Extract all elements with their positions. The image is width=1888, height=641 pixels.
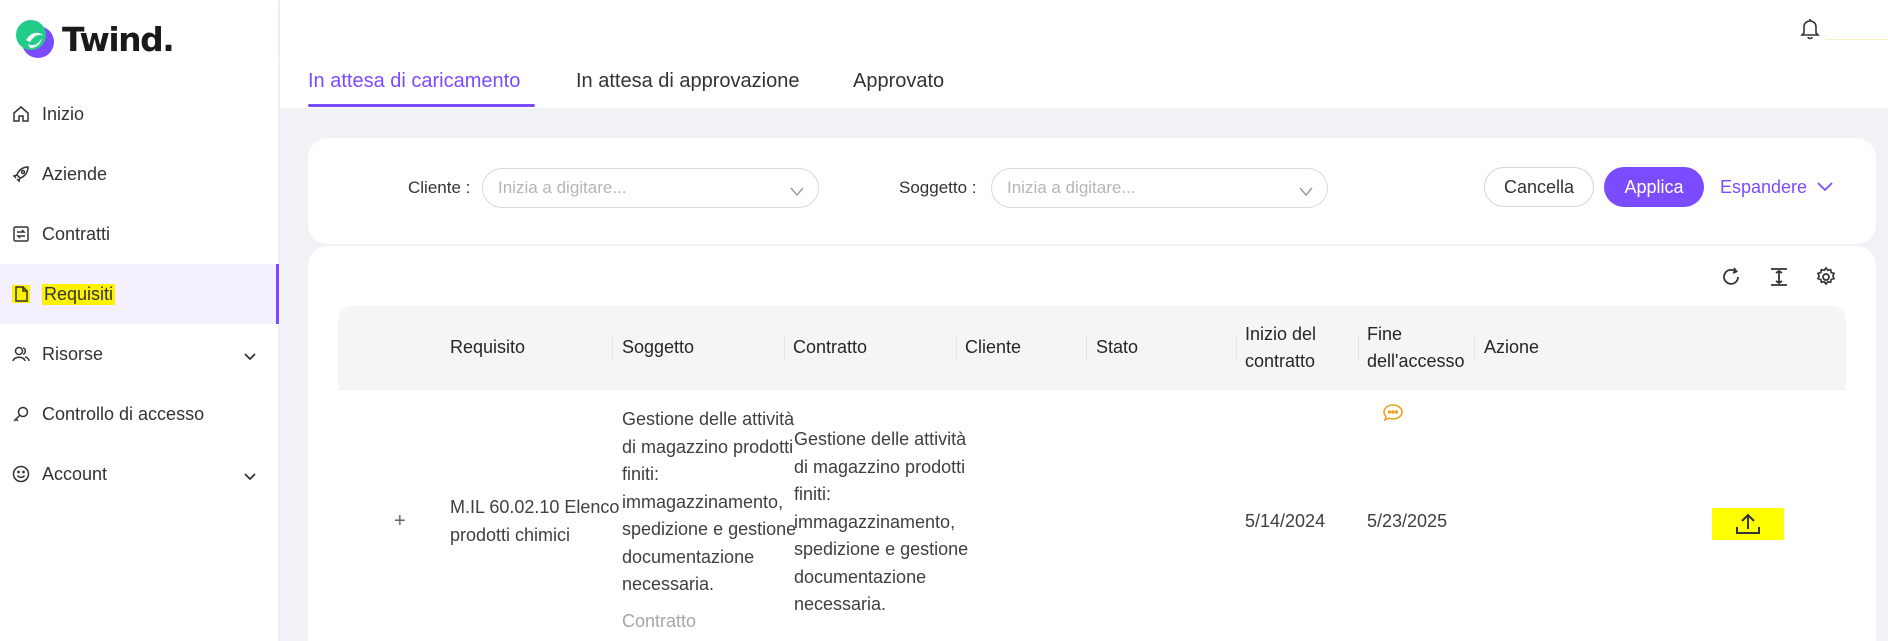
settings-icon[interactable] xyxy=(1815,266,1837,293)
inizio-contratto-cell: 5/14/2024 xyxy=(1245,511,1326,531)
upload-icon xyxy=(1735,512,1761,536)
column-divider xyxy=(956,336,957,360)
twind-logo-icon xyxy=(16,20,54,58)
sidebar-item-label: Account xyxy=(42,463,108,484)
sidebar-item-label: Risorse xyxy=(42,343,104,364)
column-divider xyxy=(612,336,613,360)
cliente-filter-label: Cliente : xyxy=(408,178,471,197)
column-divider xyxy=(1236,336,1237,360)
chevron-down-icon xyxy=(790,182,804,202)
sidebar: Twind. Inizio Aziende Contratti Requisit… xyxy=(0,0,279,641)
table-header: Requisito Soggetto Contratto Cliente Sta… xyxy=(338,306,1846,390)
cliente-placeholder: Inizia a digitare... xyxy=(498,178,627,197)
top-bar xyxy=(280,0,1888,58)
expand-label: Espandere xyxy=(1720,176,1808,197)
soggetto-placeholder: Inizia a digitare... xyxy=(1007,178,1136,197)
soggetto-select[interactable]: Inizia a digitare... xyxy=(991,168,1328,208)
sidebar-item-aziende[interactable]: Aziende xyxy=(0,144,279,204)
col-cliente[interactable]: Cliente xyxy=(965,334,1021,361)
bell-icon[interactable] xyxy=(1800,18,1820,45)
sidebar-item-risorse[interactable]: Risorse xyxy=(0,324,279,384)
col-azione[interactable]: Azione xyxy=(1484,334,1539,361)
tab-bar: In attesa di caricamento In attesa di ap… xyxy=(280,58,1888,108)
soggetto-type: Contratto xyxy=(622,611,697,631)
requirements-table-card: Requisito Soggetto Contratto Cliente Sta… xyxy=(308,246,1876,641)
sidebar-item-contratti[interactable]: Contratti xyxy=(0,204,279,264)
filter-panel: Cliente : Inizia a digitare... Soggetto … xyxy=(308,138,1876,244)
logo-text: Twind. xyxy=(62,19,175,59)
cancel-button[interactable]: Cancella xyxy=(1484,167,1594,207)
active-tab-indicator xyxy=(308,104,535,107)
file-icon xyxy=(12,285,30,303)
top-bar-divider xyxy=(1826,39,1888,40)
sidebar-item-controllo-accesso[interactable]: Controllo di accesso xyxy=(0,384,279,444)
requisito-cell[interactable]: M.IL 60.02.10 Elenco prodotti chimici xyxy=(450,494,619,549)
column-divider xyxy=(1474,336,1475,360)
sidebar-item-account[interactable]: Account xyxy=(0,444,279,504)
column-height-icon[interactable] xyxy=(1768,266,1790,293)
sidebar-item-inizio[interactable]: Inizio xyxy=(0,84,279,144)
col-soggetto[interactable]: Soggetto xyxy=(622,334,694,361)
expand-button[interactable]: Espandere xyxy=(1720,167,1845,207)
col-contratto[interactable]: Contratto xyxy=(793,334,867,361)
contract-icon xyxy=(12,225,30,243)
tab-in-attesa-caricamento[interactable]: In attesa di caricamento xyxy=(308,70,520,93)
chevron-down-icon xyxy=(1817,182,1833,192)
col-fine-accesso[interactable]: Fine dell'accesso xyxy=(1367,321,1465,375)
apply-button[interactable]: Applica xyxy=(1604,167,1704,207)
chevron-down-icon[interactable] xyxy=(243,346,257,367)
tab-in-attesa-approvazione[interactable]: In attesa di approvazione xyxy=(576,70,800,93)
cliente-select[interactable]: Inizia a digitare... xyxy=(482,168,819,208)
expand-row-icon[interactable]: + xyxy=(394,508,406,536)
logo[interactable]: Twind. xyxy=(14,18,175,60)
contratto-cell: Gestione delle attività di magazzino pro… xyxy=(794,429,969,614)
comment-icon[interactable] xyxy=(1382,403,1404,432)
col-requisito[interactable]: Requisito xyxy=(450,334,525,361)
chevron-down-icon[interactable] xyxy=(243,466,257,487)
chevron-down-icon xyxy=(1299,182,1313,202)
refresh-icon[interactable] xyxy=(1720,266,1742,293)
key-icon xyxy=(12,405,30,423)
col-inizio-contratto[interactable]: Inizio del contratto xyxy=(1245,321,1316,375)
users-icon xyxy=(12,345,30,363)
column-divider xyxy=(784,336,785,360)
column-divider xyxy=(1358,336,1359,360)
smile-icon xyxy=(12,465,30,483)
upload-button[interactable] xyxy=(1712,508,1784,540)
sidebar-item-label: Requisiti xyxy=(42,283,116,305)
sidebar-nav: Inizio Aziende Contratti Requisiti Risor… xyxy=(0,84,279,504)
tab-approvato[interactable]: Approvato xyxy=(853,70,944,93)
soggetto-filter-label: Soggetto : xyxy=(899,178,977,197)
rocket-icon xyxy=(12,165,30,183)
column-divider xyxy=(1086,336,1087,360)
sidebar-item-label: Aziende xyxy=(42,163,108,184)
col-stato[interactable]: Stato xyxy=(1096,334,1138,361)
sidebar-item-label: Inizio xyxy=(42,103,85,124)
sidebar-item-label: Controllo di accesso xyxy=(42,403,205,424)
sidebar-item-requisiti[interactable]: Requisiti xyxy=(0,264,279,324)
soggetto-cell: Gestione delle attività di magazzino pro… xyxy=(622,409,797,594)
sidebar-item-label: Contratti xyxy=(42,223,111,244)
home-icon xyxy=(12,105,30,123)
fine-accesso-cell: 5/23/2025 xyxy=(1367,511,1448,531)
